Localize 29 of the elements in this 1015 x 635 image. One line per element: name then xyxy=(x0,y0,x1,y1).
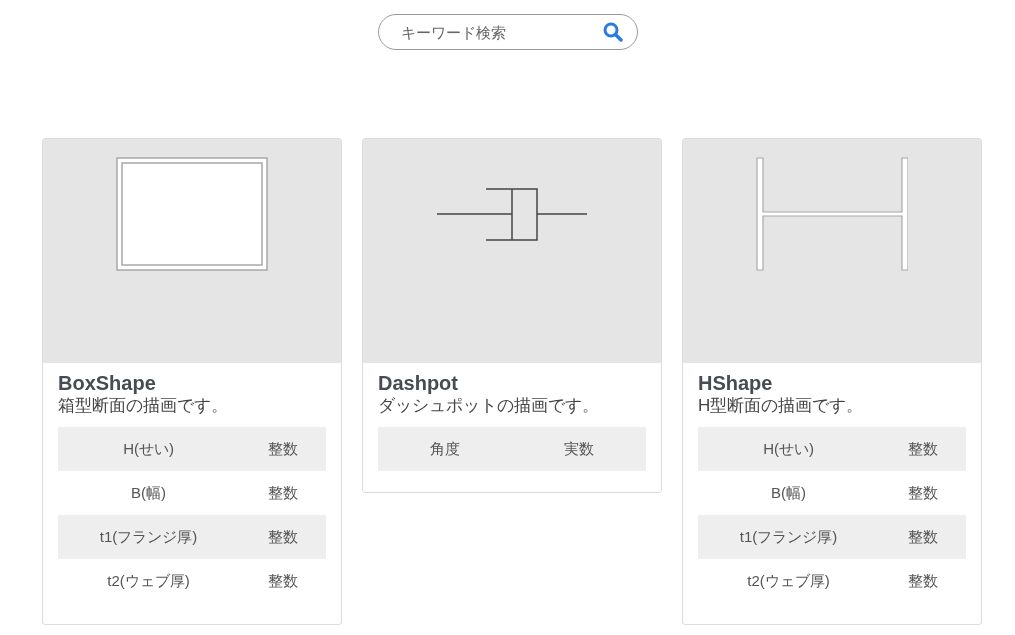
parameter-type: 整数 xyxy=(239,471,326,515)
parameter-type: 整数 xyxy=(879,427,966,471)
parameter-name: H(せい) xyxy=(698,427,880,471)
card[interactable]: BoxShape 箱型断面の描画です。 H(せい) 整数 B(幅) 整数 t1(フランジ厚) 整数 t2(ウェブ厚) 整数 xyxy=(42,138,342,625)
parameter-name: t1(フランジ厚) xyxy=(698,515,880,559)
parameter-name: H(せい) xyxy=(58,427,240,471)
parameter-type: 整数 xyxy=(239,515,326,559)
parameter-type: 整数 xyxy=(879,559,966,603)
card-description: H型断面の描画です。 xyxy=(698,395,865,417)
card-description: 箱型断面の描画です。 xyxy=(58,395,229,417)
parameter-type: 整数 xyxy=(879,515,966,559)
card-title: HShape xyxy=(698,371,774,395)
card-title: BoxShape xyxy=(58,371,157,395)
parameter-name: B(幅) xyxy=(698,471,880,515)
parameter-type: 整数 xyxy=(239,427,326,471)
parameter-name: t1(フランジ厚) xyxy=(58,515,240,559)
parameter-name: 角度 xyxy=(378,427,512,471)
search-field[interactable]: キーワード検索 xyxy=(377,14,638,50)
card-description: ダッシュポットの描画です。 xyxy=(378,395,600,417)
parameter-type: 整数 xyxy=(239,559,326,603)
parameter-type: 実数 xyxy=(512,427,646,471)
card-title: Dashpot xyxy=(378,371,459,395)
parameter-name: t2(ウェブ厚) xyxy=(58,559,240,603)
card[interactable]: HShape H型断面の描画です。 H(せい) 整数 B(幅) 整数 t1(フランジ厚) 整数 t2(ウェブ厚) 整数 xyxy=(682,138,982,625)
parameter-name: t2(ウェブ厚) xyxy=(698,559,880,603)
search-icon[interactable] xyxy=(602,22,623,42)
card[interactable]: Dashpot ダッシュポットの描画です。 角度 実数 xyxy=(362,138,662,493)
parameter-name: B(幅) xyxy=(58,471,240,515)
parameter-type: 整数 xyxy=(879,471,966,515)
